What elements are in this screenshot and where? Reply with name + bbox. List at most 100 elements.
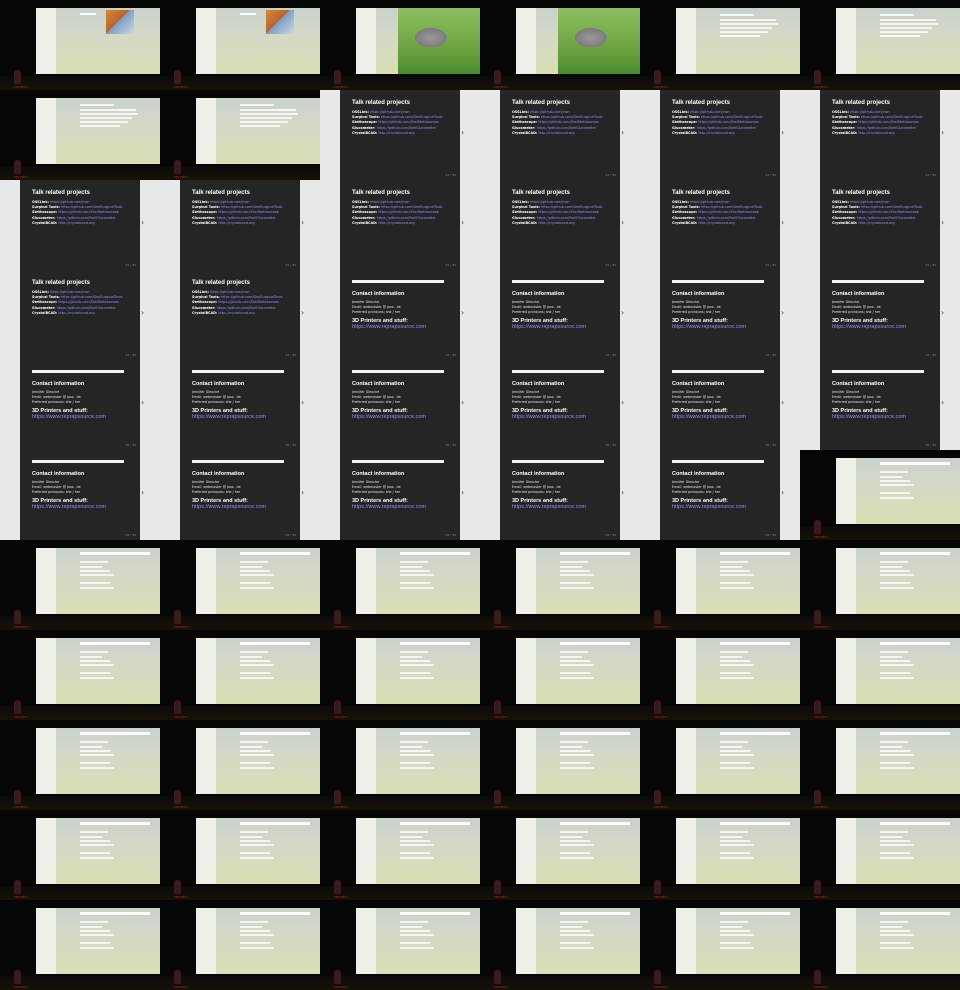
slide-text-line [880, 570, 910, 572]
speaker-figure [334, 70, 341, 84]
stage-logo: TEDMED [814, 625, 829, 629]
slide-margin-left [480, 270, 500, 360]
projector-screen [676, 8, 800, 74]
slide-text-line [880, 754, 914, 756]
contact-pronouns: Preferred pronouns: she / her [832, 310, 881, 314]
slide-margin-left [800, 90, 820, 180]
slide-margin-left [320, 360, 340, 450]
speaker-figure [174, 610, 181, 624]
slide-text-line [240, 582, 270, 584]
project-link: http://crystalscad.org [218, 220, 255, 225]
speaker-figure [14, 700, 21, 714]
slide-body: Contact information Jennifer Gleuche Email… [180, 450, 300, 540]
stage-frame: TEDMED [160, 90, 320, 180]
projector-screen [196, 728, 320, 794]
slide-text-line [720, 566, 742, 568]
slide-frame-contact: Contact information Jennifer Gleuche Email… [480, 270, 640, 360]
stage-logo: TEDMED [814, 85, 829, 89]
slide-margin-left [800, 360, 820, 450]
speaker-figure [494, 790, 501, 804]
stage-frame: TEDMED [800, 720, 960, 810]
slide-text-line [720, 840, 750, 842]
slide-text-line [720, 664, 754, 666]
project-link: https://github.com/SkelSurgicalTools [380, 115, 443, 120]
slide-pager: 35 / 35 [445, 533, 456, 537]
project-name: OSSLink: [32, 200, 49, 204]
slide-text-line [240, 840, 270, 842]
slide-text-line [560, 672, 590, 674]
slide-text-line [80, 566, 102, 568]
slide-title: Talk related projects [512, 100, 570, 106]
printers-link: https://www.reprapsource.com [512, 504, 586, 510]
projector-screen [36, 728, 160, 794]
project-name: CrystalBCAD: [32, 310, 58, 315]
project-link: https://github.com/SkelStethoscope [698, 120, 759, 125]
slide-title: Talk related projects [32, 190, 90, 196]
contact-pronouns: Preferred pronouns: she / her [352, 400, 401, 404]
slide-frame-contact: Contact information Jennifer Gleuche Email… [480, 360, 640, 450]
speaker-figure [654, 790, 661, 804]
slide-text-line [80, 926, 102, 928]
slide-body: Contact information Jennifer Gleuche Email… [660, 360, 780, 450]
slide-text-line [80, 840, 110, 842]
speaker-figure [494, 610, 501, 624]
slide-text-line [880, 677, 914, 679]
project-name: Glucometer: [832, 215, 856, 220]
speaker-figure [174, 70, 181, 84]
slide-text-line [400, 741, 428, 743]
project-link: https://github.com/SkelStethoscope [58, 300, 119, 305]
slide-margin-right [780, 270, 800, 360]
project-link: https://github.com/SkelStethoscope [378, 120, 439, 125]
stage-frame: TEDMED [0, 630, 160, 720]
slide-margin-left [480, 450, 500, 540]
project-name: OSSLink: [192, 290, 209, 294]
slide-text-line [880, 27, 932, 29]
slide-body: Contact information Jennifer Gleuche Email… [20, 360, 140, 450]
slide-text-line [400, 934, 434, 936]
stage-logo: TEDMED [14, 625, 29, 629]
slide-frame-contact: Contact information Jennifer Gleuche Email… [0, 450, 160, 540]
projector-screen [516, 818, 640, 884]
speaker-figure [334, 700, 341, 714]
slide-text-line [880, 664, 914, 666]
projector-screen [836, 458, 960, 524]
slide-pager: 35 / 35 [445, 353, 456, 357]
slide-text-line [400, 762, 430, 764]
slide-margin-left [640, 270, 660, 360]
slide-margin-left [640, 450, 660, 540]
slide-text-line [80, 942, 110, 944]
stage-logo: TEDMED [334, 85, 349, 89]
slide-text-line [240, 746, 262, 748]
slide-frame-contact: Contact information Jennifer Gleuche Email… [640, 450, 800, 540]
projector-screen [516, 728, 640, 794]
stage-frame: TEDMED [640, 810, 800, 900]
stage-frame: TEDMED [480, 720, 640, 810]
slide-body: Contact information Jennifer Gleuche Email… [820, 270, 940, 360]
project-row: CrystalBCAD: http://crystalscad.org [832, 131, 928, 136]
slide-text-line [880, 656, 902, 658]
slide-body: Talk related projects OSSLink: https://gi… [340, 90, 460, 180]
slide-text-line [400, 750, 430, 752]
project-link: https://github.com/SkelSurgicalTools [540, 205, 603, 210]
slide-margin-left [320, 90, 340, 180]
slide-pager: 35 / 35 [605, 443, 616, 447]
stage-logo: TEDMED [814, 535, 829, 539]
speaker-figure [814, 70, 821, 84]
slide-text-line [560, 741, 588, 743]
slide-margin-right [620, 360, 640, 450]
printers-link: https://www.reprapsource.com [352, 504, 426, 510]
slide-header-bar [80, 822, 150, 825]
project-name: Surgical Tools: [32, 295, 60, 300]
printers-link: https://www.reprapsource.com [512, 414, 586, 420]
slide-text-line [720, 934, 754, 936]
stage-frame: TEDMED [0, 810, 160, 900]
stage-logo: TEDMED [334, 805, 349, 809]
slide-header-bar [560, 912, 630, 915]
slide-text-line [720, 762, 750, 764]
slide-frame-contact: Contact information Jennifer Gleuche Email… [320, 360, 480, 450]
project-name: OSSLink: [512, 110, 529, 114]
projector-screen [836, 638, 960, 704]
contact-pronouns: Preferred pronouns: she / her [512, 310, 561, 314]
video-frame-contact-sheet: TEDMED TEDMED TEDMED TEDMED TEDMED TEDMED TEDM… [0, 0, 960, 990]
slide-text-line [240, 852, 270, 854]
